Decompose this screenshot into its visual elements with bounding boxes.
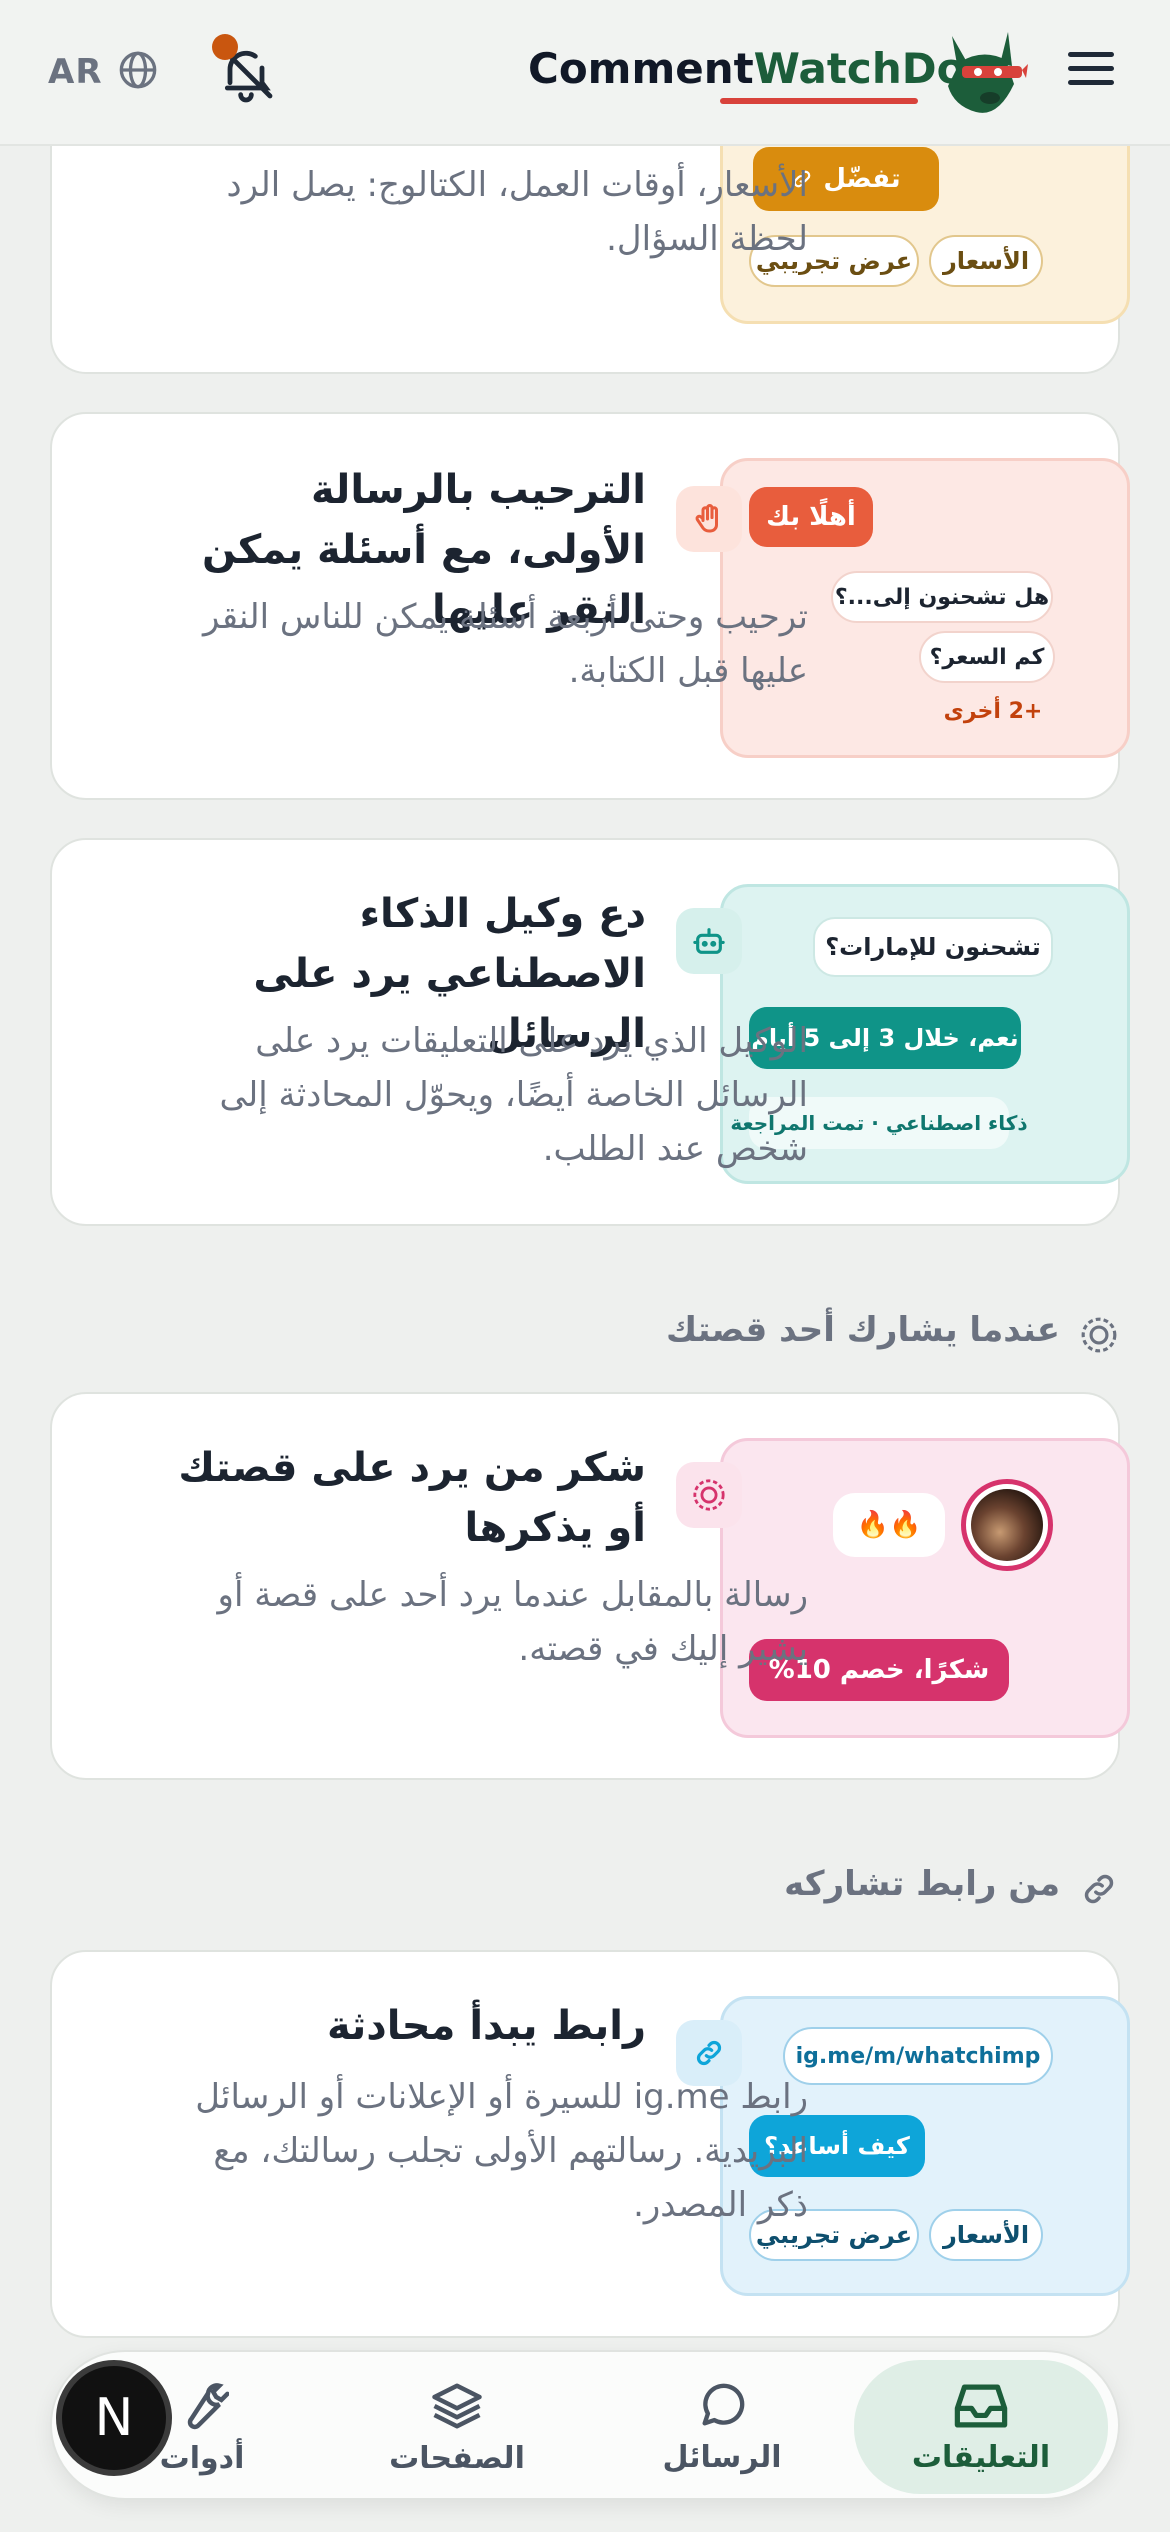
brand-underline: [720, 98, 918, 104]
card-description: الأسعار، أوقات العمل، الكتالوج: يصل الرد…: [226, 165, 808, 259]
preview-customer-question: تشحنون للإمارات؟: [813, 917, 1053, 977]
robot-icon: [676, 908, 742, 974]
card-title: رابط يبدأ محادثة: [326, 2003, 646, 2049]
card-description: رابط ig.me للسيرة أو الإعلانات أو الرسائ…: [195, 2077, 808, 2225]
watchdog-mascot-icon: [948, 32, 1028, 113]
feature-card-welcome[interactable]: أهلًا بك هل تشحنون إلى...؟ كم السعر؟ +2 …: [50, 412, 1130, 800]
preview-question-2: كم السعر؟: [919, 631, 1055, 683]
card-description: الوكيل الذي يرد على التعليقات يرد على ال…: [219, 1021, 808, 1169]
story-icon: [1081, 1317, 1117, 1353]
nav-item-messages[interactable]: الرسائل: [612, 2352, 832, 2502]
story-avatar: [961, 1479, 1053, 1571]
dev-indicator-badge[interactable]: N: [56, 2360, 172, 2476]
bottom-navigation: التعليقات الرسائل الصفحات أدوات: [50, 2350, 1120, 2500]
notification-dot: [212, 34, 238, 60]
nav-label: أدوات: [159, 2440, 245, 2476]
chip-prices: الأسعار: [929, 2209, 1043, 2261]
nav-item-comments[interactable]: التعليقات: [854, 2360, 1108, 2494]
chat-bubble-icon: [702, 2383, 745, 2425]
story-reaction-bubble: 🔥🔥: [833, 1493, 945, 1557]
globe-icon[interactable]: [118, 50, 158, 90]
chip-prices: الأسعار: [929, 235, 1043, 287]
feature-card-link[interactable]: ig.me/m/whatchimp كيف أساعد؟ الأسعار عرض…: [50, 1950, 1130, 2338]
nav-label: الصفحات: [389, 2440, 525, 2476]
section-heading-story: عندما يشارك أحد قصتك: [665, 1310, 1060, 1350]
nav-item-pages[interactable]: الصفحات: [342, 2352, 572, 2502]
hamburger-menu-icon[interactable]: [1068, 52, 1114, 92]
card-description: رسالة بالمقابل عندما يرد أحد على قصة أو …: [217, 1575, 808, 1669]
language-toggle[interactable]: AR: [48, 52, 103, 92]
preview-ig-link: ig.me/m/whatchimp: [783, 2027, 1053, 2085]
story-icon: [676, 1462, 742, 1528]
feature-card-ai-agent[interactable]: تشحنون للإمارات؟ نعم، خلال 3 إلى 5 أيام …: [50, 838, 1130, 1226]
brand-logo-text[interactable]: CommentWatchDog: [528, 44, 996, 93]
card-title: شكر من يرد على قصتك أو يذكرها: [178, 1445, 646, 1551]
app-header: AR CommentWatchDog: [0, 0, 1170, 146]
nav-label: الرسائل: [662, 2439, 782, 2475]
preview-hello-bubble: أهلًا بك: [749, 487, 873, 547]
preview-more-count: +2 أخرى: [943, 698, 1043, 724]
layers-icon: [432, 2383, 482, 2428]
section-heading-link: من رابط تشاركه: [784, 1864, 1060, 1904]
inbox-icon: [954, 2383, 1008, 2428]
nav-label: التعليقات: [911, 2439, 1051, 2475]
preview-question-1: هل تشحنون إلى...؟: [831, 571, 1053, 623]
feature-card-story-reply[interactable]: 🔥🔥 شكرًا، خصم 10% شكر من يرد على قصتك أو…: [50, 1392, 1130, 1780]
link-icon: [1084, 1874, 1114, 1904]
wrench-icon: [187, 2382, 229, 2429]
hand-icon: [676, 486, 742, 552]
card-description: ترحيب وحتى أربعة أسئلة يمكن للناس النقر …: [203, 597, 808, 691]
